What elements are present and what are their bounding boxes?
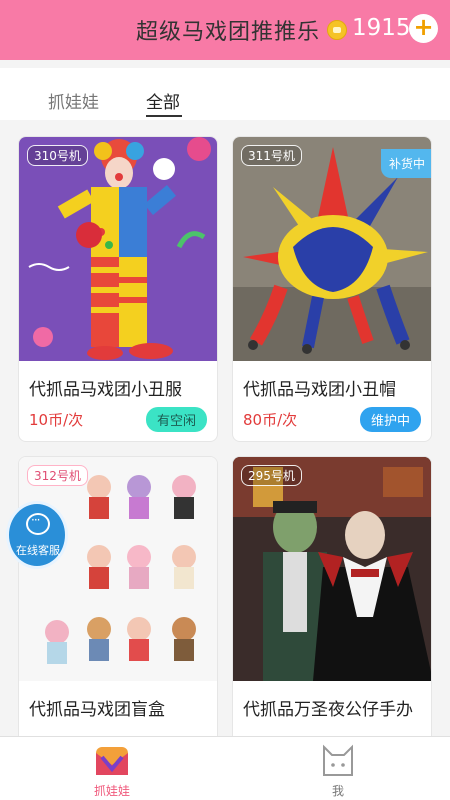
clown-costume-illustration — [19, 137, 217, 361]
online-service-button[interactable]: 在线客服 — [6, 501, 68, 569]
nav-label-me: 我 — [331, 784, 344, 798]
claw-logo-icon — [96, 747, 128, 775]
nav-label-claw: 抓娃娃 — [93, 784, 130, 798]
blind-box-figures-illustration — [19, 457, 217, 681]
nav-claw-machine[interactable]: 抓娃娃 — [62, 737, 162, 800]
category-tabs: 抓娃娃 全部 — [0, 68, 450, 120]
prize-name: 代抓品马戏团盲盒 — [29, 700, 165, 720]
prize-name: 代抓品马戏团小丑帽 — [243, 380, 396, 400]
online-service-label: 在线客服 — [16, 544, 60, 557]
bottom-nav: 抓娃娃 我 — [0, 736, 450, 800]
halloween-figures-illustration — [233, 457, 431, 681]
machine-card[interactable]: 310号机 代抓品马戏团小丑服 10币/次 有空闲 — [18, 136, 218, 442]
page-title: 超级马戏团推推乐 — [136, 20, 321, 45]
status-badge: 有空闲 — [145, 407, 207, 432]
coin-balance: 1915 — [352, 15, 411, 41]
coin-icon — [327, 20, 347, 40]
clown-hat-image: 311号机 补货中 — [233, 137, 431, 361]
machine-number-badge: 310号机 — [27, 145, 88, 166]
machine-number-badge: 311号机 — [241, 145, 302, 166]
tab-all[interactable]: 全部 — [146, 88, 180, 113]
halloween-figure-image: 295号机 — [233, 457, 431, 681]
machine-card[interactable]: 311号机 补货中 代抓品马戏团小丑帽 80币/次 维护中 — [232, 136, 432, 442]
top-header: 超级马戏团推推乐 1915 + — [0, 0, 450, 60]
active-tab-indicator — [146, 115, 182, 117]
machine-card[interactable]: 295号机 代抓品万圣夜公仔手办 — [232, 456, 432, 746]
blind-box-image: 312号机 — [19, 457, 217, 681]
prize-name: 代抓品万圣夜公仔手办 — [243, 700, 413, 720]
nav-me[interactable]: 我 — [288, 737, 388, 800]
machine-number-badge: 295号机 — [241, 465, 302, 486]
cat-face-icon — [323, 744, 353, 776]
prize-name: 代抓品马戏团小丑服 — [29, 380, 182, 400]
restocking-badge: 补货中 — [380, 149, 431, 178]
chat-icon — [26, 513, 50, 535]
tab-claw-machine[interactable]: 抓娃娃 — [48, 88, 99, 113]
add-coins-button[interactable]: + — [409, 14, 438, 43]
machine-card[interactable]: 312号机 代抓品马戏团盲盒 — [18, 456, 218, 746]
machine-number-badge: 312号机 — [27, 465, 88, 486]
price-per-play: 10币/次 — [29, 411, 84, 429]
status-badge: 维护中 — [359, 407, 421, 432]
clown-costume-image: 310号机 — [19, 137, 217, 361]
price-per-play: 80币/次 — [243, 411, 298, 429]
